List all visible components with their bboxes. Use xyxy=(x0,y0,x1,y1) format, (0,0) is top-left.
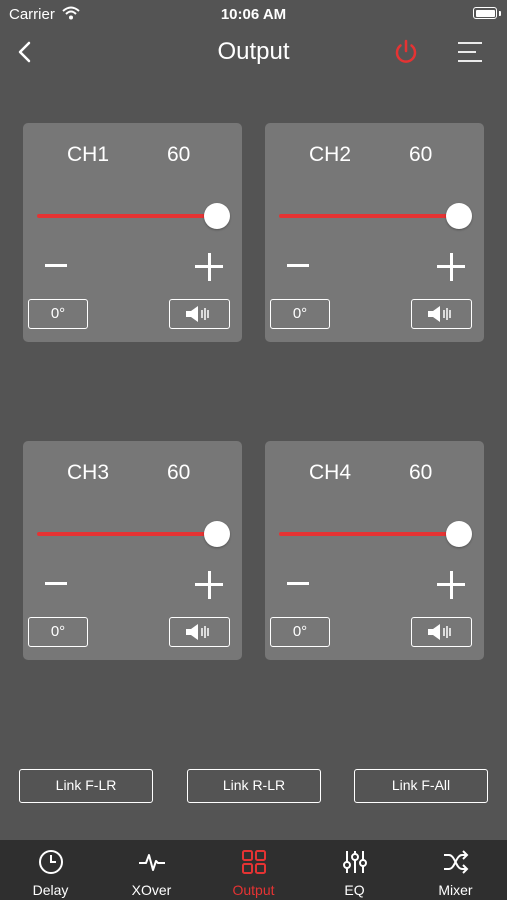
phase-button[interactable]: 0° xyxy=(270,617,330,647)
volume-increase-button[interactable] xyxy=(437,571,465,599)
slider-track xyxy=(37,532,217,536)
volume-decrease-button[interactable] xyxy=(287,253,309,277)
tab-label: Output xyxy=(232,882,275,898)
speaker-icon xyxy=(186,624,209,640)
volume-slider[interactable] xyxy=(279,519,473,549)
tab-label: XOver xyxy=(131,882,172,898)
shuffle-icon xyxy=(444,850,469,874)
channel-name: CH4 xyxy=(309,461,352,484)
slider-track xyxy=(279,214,459,218)
channel-volume-value: 60 xyxy=(409,143,433,166)
phase-button[interactable]: 0° xyxy=(28,299,88,329)
volume-slider[interactable] xyxy=(279,201,473,231)
mute-button[interactable] xyxy=(411,299,472,329)
volume-slider[interactable] xyxy=(37,201,231,231)
slider-track xyxy=(37,214,217,218)
volume-decrease-button[interactable] xyxy=(287,571,309,595)
channel-volume-value: 60 xyxy=(167,143,191,166)
channel-card-ch1: CH1 60 0° xyxy=(23,123,242,342)
link-f-all-button[interactable]: Link F-All xyxy=(354,769,488,803)
channel-card-ch3: CH3 60 0° xyxy=(23,441,242,660)
tab-bar: Delay XOver Output EQ Mixer xyxy=(0,840,507,900)
page-title: Output xyxy=(217,38,290,65)
volume-decrease-button[interactable] xyxy=(45,253,67,277)
power-icon[interactable] xyxy=(392,38,420,66)
mute-button[interactable] xyxy=(411,617,472,647)
sliders-icon xyxy=(343,851,367,873)
volume-slider[interactable] xyxy=(37,519,231,549)
clock-time: 10:06 AM xyxy=(220,6,287,23)
channel-name: CH2 xyxy=(309,143,352,166)
tab-label: Delay xyxy=(32,882,69,898)
slider-thumb[interactable] xyxy=(446,521,472,547)
phase-button[interactable]: 0° xyxy=(28,617,88,647)
nav-bar: Output xyxy=(0,30,507,76)
channel-card-ch2: CH2 60 0° xyxy=(265,123,484,342)
channel-name: CH3 xyxy=(67,461,110,484)
pulse-icon xyxy=(139,854,165,871)
channel-volume-value: 60 xyxy=(167,461,191,484)
slider-thumb[interactable] xyxy=(204,521,230,547)
tab-delay[interactable]: Delay xyxy=(0,840,101,900)
tab-label: EQ xyxy=(344,882,365,898)
battery-tip xyxy=(499,11,501,16)
mute-button[interactable] xyxy=(169,617,230,647)
volume-increase-button[interactable] xyxy=(437,253,465,281)
link-f-lr-button[interactable]: Link F-LR xyxy=(19,769,153,803)
phase-button[interactable]: 0° xyxy=(270,299,330,329)
tab-mixer[interactable]: Mixer xyxy=(405,840,506,900)
volume-increase-button[interactable] xyxy=(195,253,223,281)
link-r-lr-button[interactable]: Link R-LR xyxy=(187,769,321,803)
tab-eq[interactable]: EQ xyxy=(304,840,405,900)
battery-icon xyxy=(473,7,497,19)
channel-volume-value: 60 xyxy=(409,461,433,484)
status-bar: Carrier 10:06 AM xyxy=(0,0,507,28)
speaker-icon xyxy=(428,306,451,322)
tab-output[interactable]: Output xyxy=(203,840,304,900)
speaker-icon xyxy=(186,306,209,322)
tab-xover[interactable]: XOver xyxy=(101,840,202,900)
clock-icon xyxy=(39,850,63,874)
volume-decrease-button[interactable] xyxy=(45,571,67,595)
slider-thumb[interactable] xyxy=(204,203,230,229)
menu-icon[interactable] xyxy=(456,40,484,64)
slider-thumb[interactable] xyxy=(446,203,472,229)
slider-track xyxy=(279,532,459,536)
volume-increase-button[interactable] xyxy=(195,571,223,599)
channel-name: CH1 xyxy=(67,143,110,166)
speaker-icon xyxy=(428,624,451,640)
mute-button[interactable] xyxy=(169,299,230,329)
tab-label: Mixer xyxy=(438,882,473,898)
channel-card-ch4: CH4 60 0° xyxy=(265,441,484,660)
grid-icon xyxy=(242,850,266,874)
